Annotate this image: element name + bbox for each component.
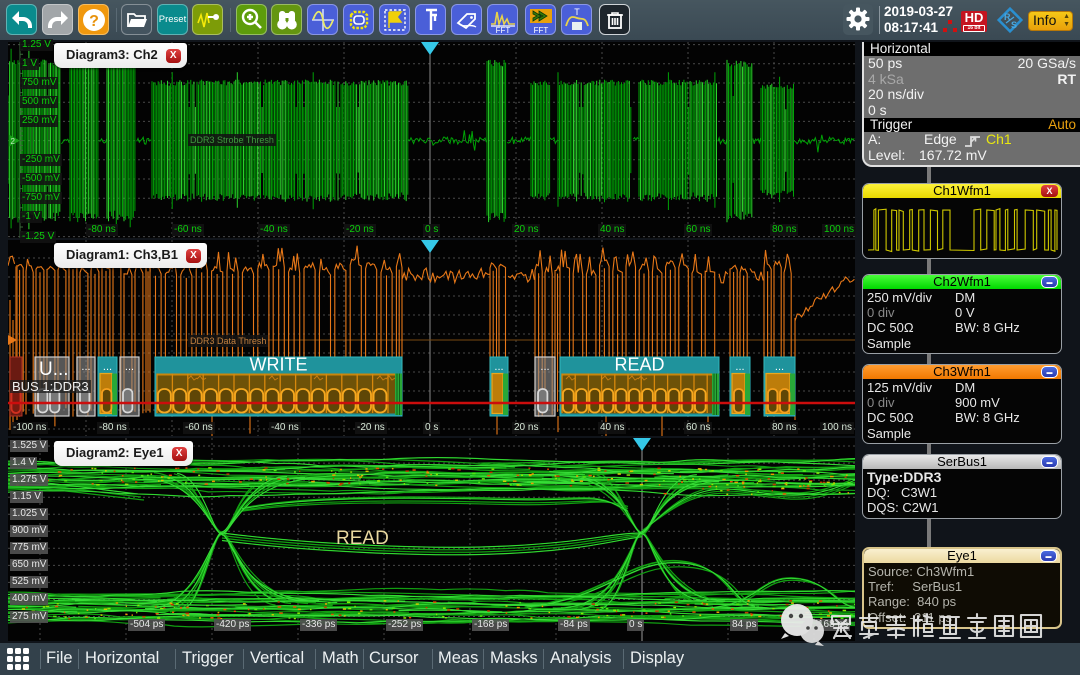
- svg-text:READ: READ: [614, 355, 664, 375]
- svg-text:...: ...: [540, 361, 549, 373]
- svg-text:U...: U...: [39, 359, 69, 380]
- svg-text:FFT: FFT: [533, 26, 548, 34]
- svg-text:FFT: FFT: [495, 26, 510, 34]
- svg-text:...: ...: [735, 361, 744, 373]
- svg-text:S: S: [1011, 20, 1017, 30]
- svg-text:WRITE: WRITE: [250, 355, 308, 375]
- svg-text:...: ...: [81, 361, 90, 373]
- svg-text:...: ...: [103, 361, 112, 373]
- svg-text:...: ...: [125, 361, 134, 373]
- svg-text:T: T: [574, 7, 580, 17]
- svg-text:2: 2: [11, 137, 16, 146]
- svg-text:...: ...: [775, 361, 784, 373]
- svg-text:?: ?: [89, 13, 99, 30]
- svg-text:...: ...: [494, 361, 503, 373]
